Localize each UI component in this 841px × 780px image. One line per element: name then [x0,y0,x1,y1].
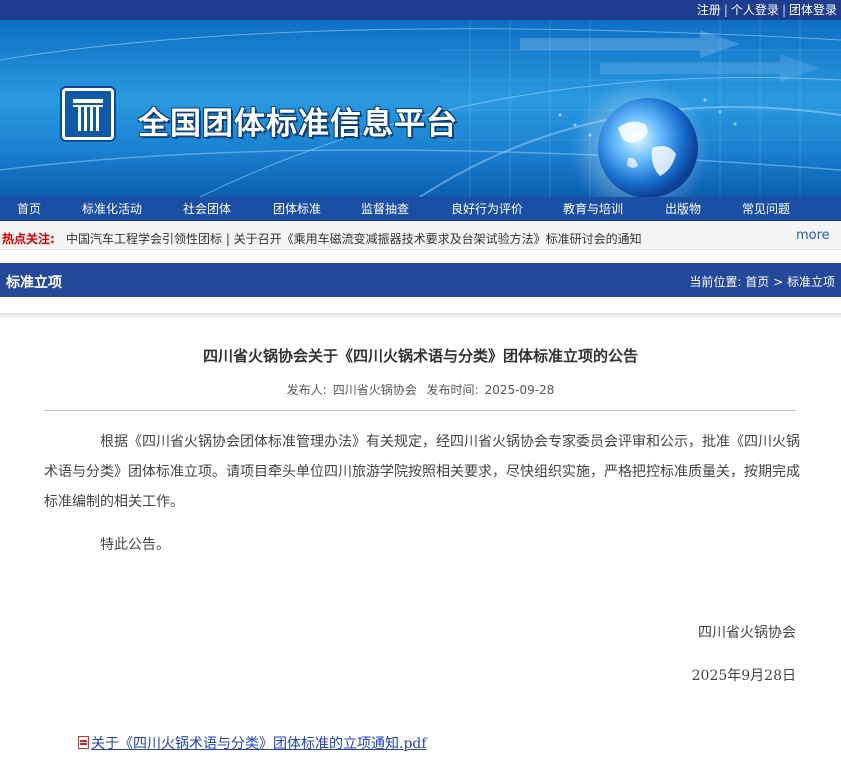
nav-item-home[interactable]: 首页 [17,200,41,218]
nav-item-publications[interactable]: 出版物 [665,200,701,218]
group-login-link[interactable]: 团体登录 [789,3,837,17]
site-logo[interactable] [62,88,114,140]
link-separator: | [781,3,786,17]
article-paragraph: 根据《四川省火锅协会团体标准管理办法》有关规定，经四川省火锅协会专家委员会评审和… [44,434,800,510]
section-title: 标准立项 [6,275,62,291]
logo-icon [73,99,103,131]
hot-news-label: 热点关注: [2,232,55,246]
attachment-link[interactable]: 关于《四川火锅术语与分类》团体标准的立项通知.pdf [91,736,427,752]
nav-item-good-conduct[interactable]: 良好行为评价 [451,200,523,218]
section-header: 标准立项 当前位置: 首页 > 标准立项 [0,263,841,297]
article-title: 四川省火锅协会关于《四川火锅术语与分类》团体标准立项的公告 [202,347,638,365]
breadcrumb-home-link[interactable]: 首页 [745,275,769,289]
header-banner: 全国团体标准信息平台 [0,20,841,197]
content-top-shadow [0,313,841,319]
breadcrumb-prefix: 当前位置: [689,275,742,289]
breadcrumb-current: 标准立项 [786,275,835,289]
account-links: 注册 | 个人登录 | 团体登录 [697,2,837,18]
nav-item-supervision[interactable]: 监督抽查 [361,200,409,218]
top-bar: 注册 | 个人登录 | 团体登录 [0,0,841,20]
article-closing: 特此公告。 [100,537,170,553]
hot-news-bar: 热点关注: 中国汽车工程学会引领性团标 | 关于召开《乘用车磁流变减振器技术要求… [0,222,841,250]
breadcrumb-separator: > [773,275,784,289]
nav-item-standardization-activities[interactable]: 标准化活动 [82,200,142,218]
nav-item-social-groups[interactable]: 社会团体 [183,200,231,218]
title-divider [44,410,796,411]
nav-item-faq[interactable]: 常见问题 [742,200,790,218]
hot-news-ticker[interactable]: 中国汽车工程学会引领性团标 | 关于召开《乘用车磁流变减振器技术要求及台架试验方… [66,230,642,247]
link-separator: | [723,3,728,17]
pdf-icon [78,736,89,749]
nav-item-education[interactable]: 教育与培训 [563,200,623,218]
publisher-label: 发布人: [286,383,327,397]
register-link[interactable]: 注册 [697,3,721,17]
publisher-value: 四川省火锅协会 [332,383,417,397]
article-meta: 发布人: 四川省火锅协会 发布时间: 2025-09-28 [0,381,841,398]
publish-time-value: 2025-09-28 [484,383,555,397]
breadcrumb: 当前位置: 首页 > 标准立项 [689,273,835,290]
signature-org: 四川省火锅协会 [698,625,796,641]
personal-login-link[interactable]: 个人登录 [731,3,779,17]
attachment: 关于《四川火锅术语与分类》团体标准的立项通知.pdf [78,733,427,753]
site-title: 全国团体标准信息平台 [138,106,458,142]
main-nav: 首页 标准化活动 社会团体 团体标准 监督抽查 良好行为评价 教育与培训 出版物… [0,197,841,221]
more-link[interactable]: more [796,228,830,243]
publish-time-label: 发布时间: [426,383,479,397]
signature-date: 2025年9月28日 [691,668,796,684]
nav-item-group-standards[interactable]: 团体标准 [273,200,321,218]
